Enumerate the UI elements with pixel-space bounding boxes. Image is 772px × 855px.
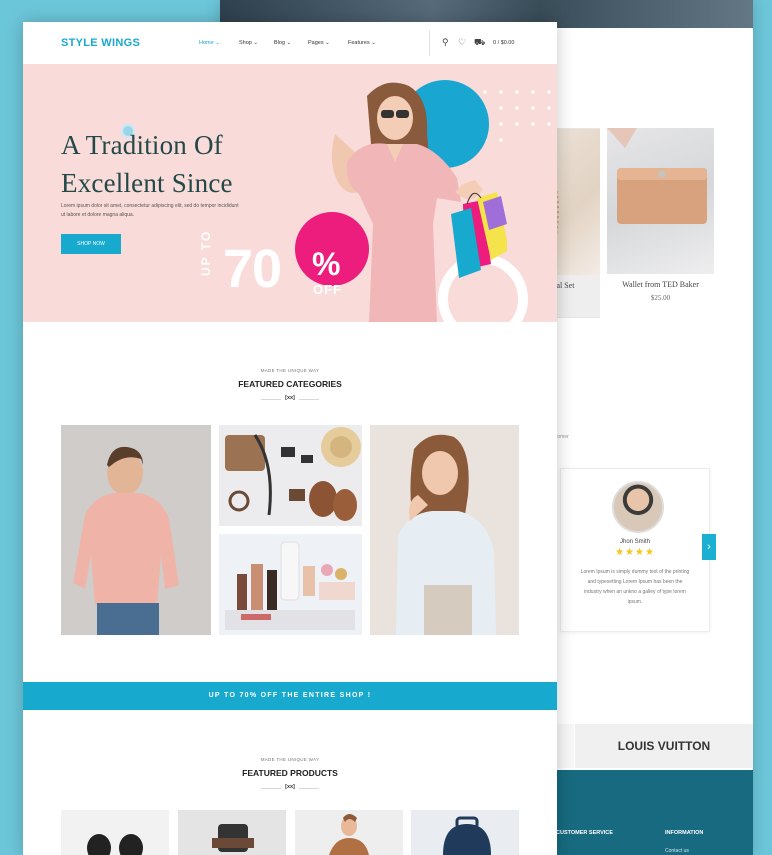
categories-title: FEATURED CATEGORIES	[238, 379, 342, 389]
products-eyebrow: MADE THE UNIQUE WAY	[260, 757, 320, 762]
nav-item-label: Blog	[274, 40, 286, 46]
category-beauty-image	[219, 534, 362, 635]
top-navigation: STYLE WINGS Home ⌄ Shop ⌄ Blog ⌄ Pages ⌄…	[23, 22, 557, 64]
product-backpack-image	[443, 816, 491, 855]
testimonial-card: Jhon Smith ★★★★ Lorem Ipsum is simply du…	[560, 468, 710, 632]
shop-now-button[interactable]: SHOP NOW	[61, 234, 121, 254]
nav-item-label: Pages	[308, 40, 324, 46]
nav-item-label: Shop	[239, 40, 252, 46]
rating-stars: ★★★★	[615, 547, 655, 558]
nav-item-shop[interactable]: Shop ⌄	[239, 40, 258, 46]
hero-subtitle: Lorem ipsum dolor sit amet, consectetur …	[61, 203, 239, 218]
section-mark-text: [xx]	[281, 784, 299, 790]
back-product-name: ital Set	[552, 281, 575, 290]
category-women-image	[370, 425, 519, 635]
category-accessories-tile[interactable]	[219, 425, 362, 526]
category-accessories-image	[219, 425, 362, 526]
avatar	[612, 481, 664, 533]
chevron-down-icon: ⌄	[286, 40, 292, 46]
testimonial-name: Jhon Smith	[619, 539, 650, 545]
search-icon[interactable]: ⚲	[442, 37, 449, 48]
hero-banner: A Tradition Of Excellent Since Lorem ips…	[23, 64, 557, 322]
back-section-label: tomer	[556, 434, 569, 440]
products-title: FEATURED PRODUCTS	[242, 768, 338, 778]
nav-item-home[interactable]: Home ⌄	[199, 40, 220, 46]
product-card[interactable]	[61, 810, 169, 855]
category-women-tile[interactable]	[370, 425, 519, 635]
cart-total[interactable]: 0 / $0.00	[493, 40, 514, 46]
nav-item-label: Home	[199, 40, 214, 46]
promo-strip[interactable]: UP TO 70% OFF THE ENTIRE SHOP !	[23, 682, 557, 710]
hero-title: A Tradition Of Excellent Since	[61, 126, 233, 202]
nav-divider	[429, 30, 430, 56]
hero-title-line: Excellent Since	[61, 168, 233, 198]
back-footer: CUSTOMER SERVICE INFORMATION Contact us	[556, 770, 753, 855]
chevron-down-icon: ⌄	[371, 40, 376, 46]
wallet-illustration	[607, 128, 707, 224]
footer-title-customer-service: CUSTOMER SERVICE	[556, 830, 613, 836]
back-product-image	[607, 128, 714, 274]
product-shoes-image	[87, 834, 143, 855]
testimonial-text: Lorem Ipsum is simply dummy text of the …	[580, 569, 690, 605]
brand-tile	[556, 724, 574, 768]
site-logo[interactable]: STYLE WINGS	[61, 37, 140, 49]
back-product-price: $25.00	[650, 294, 671, 302]
footer-link-contact[interactable]: Contact us	[665, 848, 689, 854]
categories-eyebrow: MADE THE UNIQUE WAY	[260, 368, 320, 373]
category-beauty-tile[interactable]	[219, 534, 362, 635]
nav-item-label: Features	[348, 40, 370, 46]
front-page-mockup: STYLE WINGS Home ⌄ Shop ⌄ Blog ⌄ Pages ⌄…	[23, 22, 557, 855]
back-product-name: Wallet from TED Baker	[622, 280, 699, 289]
product-model-image	[329, 814, 369, 855]
cart-icon[interactable]: ⛟	[474, 37, 485, 49]
nav-item-blog[interactable]: Blog ⌄	[274, 40, 291, 46]
chevron-down-icon: ⌄	[253, 40, 258, 46]
promo-up-to: UP TO	[199, 229, 213, 276]
section-mark: [xx]	[23, 395, 557, 401]
back-product-card[interactable]: Wallet from TED Baker $25.00	[607, 128, 714, 316]
product-card[interactable]	[411, 810, 519, 855]
category-men-image	[61, 425, 211, 635]
product-card[interactable]	[178, 810, 286, 855]
product-card[interactable]	[295, 810, 403, 855]
footer-title-information: INFORMATION	[665, 830, 704, 836]
nav-item-pages[interactable]: Pages ⌄	[308, 40, 330, 46]
category-men-tile[interactable]	[61, 425, 211, 635]
next-arrow-button[interactable]: ›	[702, 534, 716, 560]
heart-icon[interactable]: ♡	[458, 37, 466, 48]
chevron-down-icon: ⌄	[325, 40, 330, 46]
promo-value: 70	[223, 239, 282, 299]
hero-title-line: A Tradition Of	[61, 130, 223, 160]
nav-item-features[interactable]: Features ⌄	[348, 40, 376, 46]
hero-model-image	[331, 82, 507, 322]
chevron-down-icon: ⌄	[215, 40, 220, 46]
section-mark: [xx]	[23, 784, 557, 790]
product-camera-image	[212, 824, 254, 852]
section-mark-text: [xx]	[281, 395, 299, 401]
brand-logo-louis-vuitton[interactable]: LOUIS VUITTON	[575, 724, 753, 768]
